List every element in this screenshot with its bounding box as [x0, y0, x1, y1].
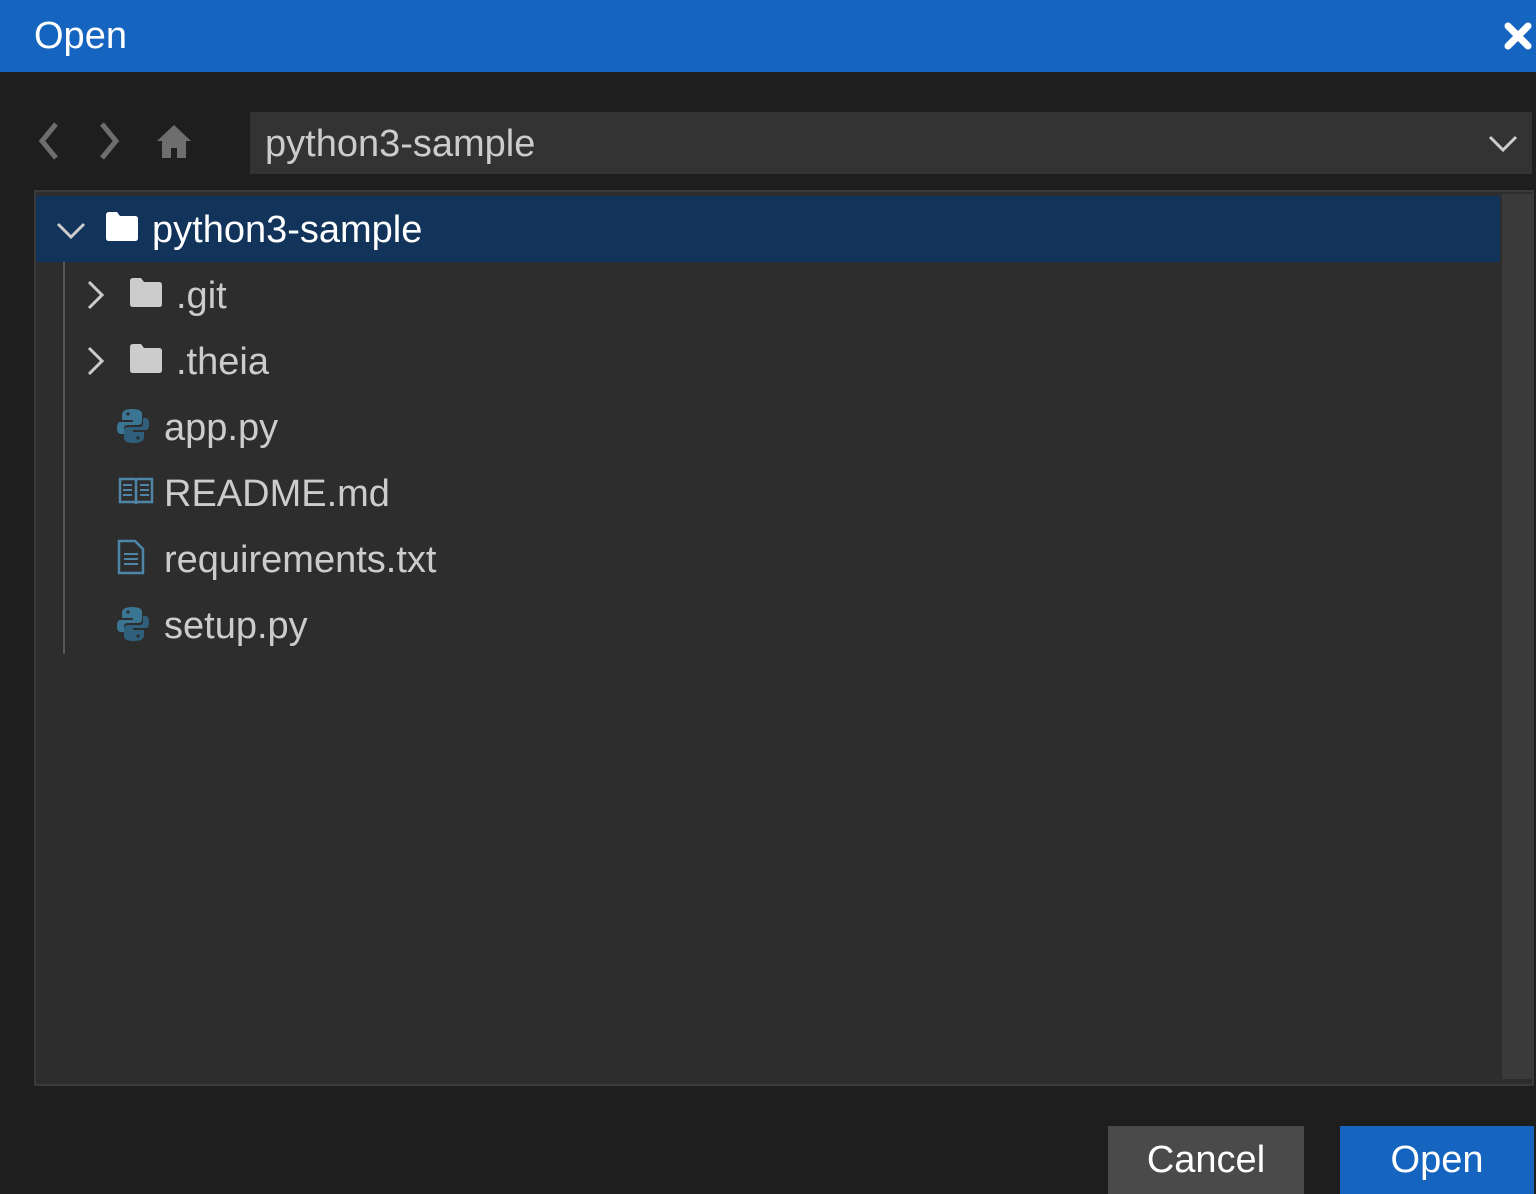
cancel-button[interactable]: Cancel: [1108, 1126, 1304, 1194]
location-value: python3-sample: [265, 123, 536, 165]
dialog-title: Open: [34, 15, 127, 57]
tree-row-readme[interactable]: README.md: [36, 460, 1500, 526]
folder-icon: [128, 342, 164, 379]
tree-item-label: setup.py: [164, 605, 308, 647]
tree-scrollbar[interactable]: [1502, 194, 1532, 1079]
tree-row-setup-py[interactable]: setup.py: [36, 592, 1500, 658]
chevron-left-icon[interactable]: [26, 118, 72, 164]
chevron-right-icon[interactable]: [78, 278, 112, 312]
tree-item-label: .git: [176, 275, 227, 317]
location-select[interactable]: python3-sample: [250, 112, 1532, 174]
dialog-titlebar: Open: [0, 0, 1536, 72]
open-button[interactable]: Open: [1340, 1126, 1534, 1194]
tree-item-label: README.md: [164, 473, 390, 515]
python-icon: [116, 407, 150, 450]
tree-row-root[interactable]: python3-sample: [36, 196, 1500, 262]
tree-item-label: requirements.txt: [164, 539, 437, 581]
folder-icon: [104, 210, 140, 247]
close-icon[interactable]: [1500, 18, 1536, 54]
text-file-icon: [116, 539, 146, 580]
home-icon[interactable]: [151, 118, 197, 164]
tree-row-app-py[interactable]: app.py: [36, 394, 1500, 460]
tree-item-label: python3-sample: [152, 209, 423, 251]
python-icon: [116, 605, 150, 648]
folder-icon: [128, 276, 164, 313]
chevron-down-icon[interactable]: [54, 214, 88, 248]
chevron-right-icon[interactable]: [86, 118, 132, 164]
chevron-right-icon[interactable]: [78, 344, 112, 378]
tree-item-label: app.py: [164, 407, 279, 449]
tree-row-theia[interactable]: .theia: [36, 328, 1500, 394]
tree-row-git[interactable]: .git: [36, 262, 1500, 328]
file-tree[interactable]: python3-sample .git .theia app.py README…: [34, 190, 1534, 1086]
tree-item-label: .theia: [176, 341, 269, 383]
tree-row-requirements[interactable]: requirements.txt: [36, 526, 1500, 592]
chevron-down-icon: [1486, 126, 1520, 160]
book-icon: [118, 475, 154, 512]
